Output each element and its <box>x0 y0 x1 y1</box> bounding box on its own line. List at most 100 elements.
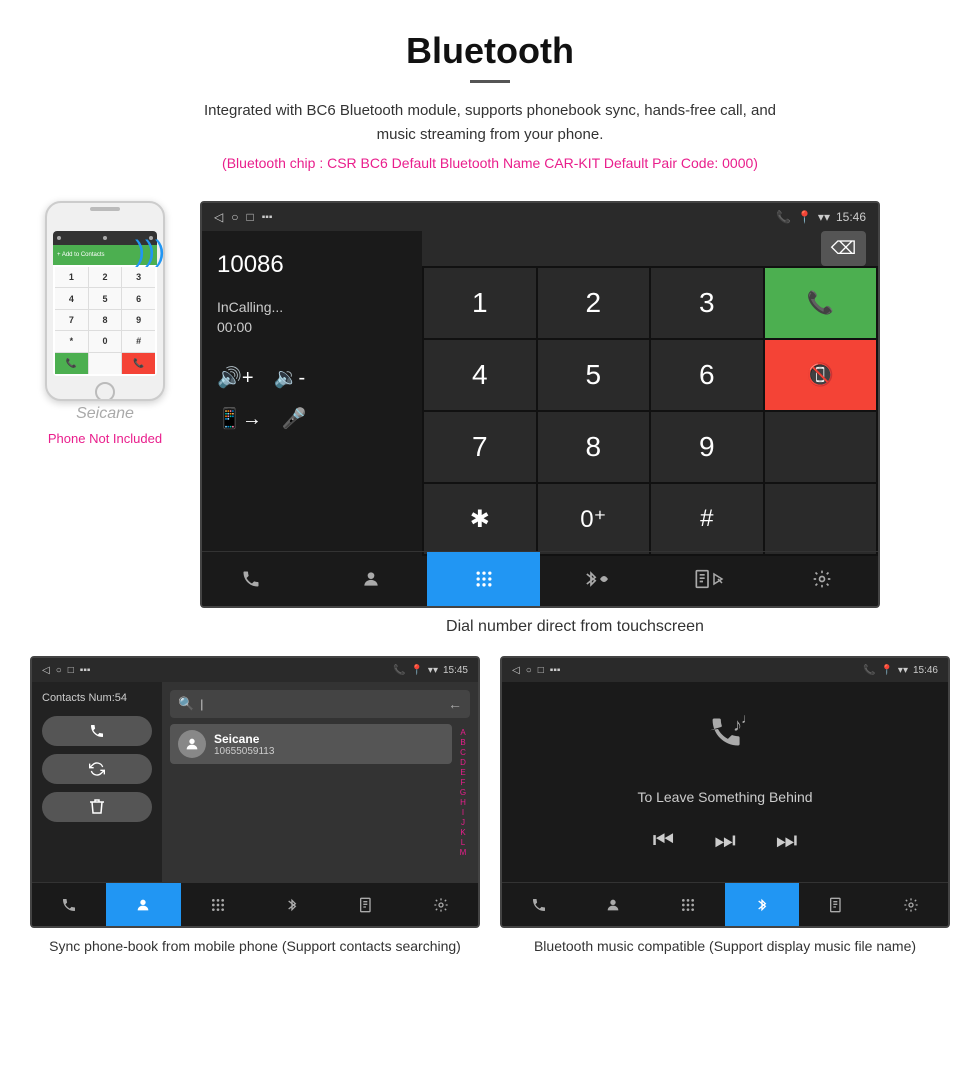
play-pause-button[interactable]: ⏭ <box>714 827 736 855</box>
pb-nav-dialpad[interactable] <box>181 883 255 926</box>
phone-key-star[interactable]: * <box>55 331 88 351</box>
mu-signal-icon: ▪▪▪ <box>550 665 561 676</box>
phonebook-caption-text: Sync phone-book from mobile phone (Suppo… <box>49 938 461 954</box>
alpha-i: I <box>462 808 464 817</box>
alpha-j: J <box>461 818 465 827</box>
keypad-input-row: ⌫ <box>422 231 878 266</box>
phone-key-5[interactable]: 5 <box>89 288 122 308</box>
page-header: Bluetooth Integrated with BC6 Bluetooth … <box>0 0 980 201</box>
call-action-btn[interactable] <box>42 716 152 746</box>
mu-nav-phonebook[interactable] <box>799 883 873 926</box>
status-dot <box>57 236 61 240</box>
alpha-e: E <box>460 768 465 777</box>
phone-key-endcall[interactable]: 📞 <box>122 353 155 374</box>
mu-nav-phone[interactable] <box>502 883 576 926</box>
phone-speaker <box>90 207 120 211</box>
music-caption: Bluetooth music compatible (Support disp… <box>534 936 916 957</box>
phone-key-9[interactable]: 9 <box>122 310 155 330</box>
phonebook-left-panel: Contacts Num:54 <box>32 682 162 882</box>
volume-down-icon[interactable]: 🔉- <box>274 365 306 390</box>
volume-up-icon[interactable]: 🔊+ <box>217 365 254 390</box>
phone-key-call[interactable]: 📞 <box>55 353 88 374</box>
status-time: 15:46 <box>836 210 866 224</box>
main-caption: Dial number direct from touchscreen <box>200 618 950 636</box>
nav-phone[interactable] <box>202 551 315 606</box>
dialer-section: 10086 InCalling... 00:00 🔊+ 🔉- 📱→ 🎤 <box>202 231 878 551</box>
signal-icon: ▪▪▪ <box>262 212 273 223</box>
bluetooth-specs: (Bluetooth chip : CSR BC6 Default Blueto… <box>20 155 960 171</box>
nav-phone-book[interactable] <box>653 551 766 606</box>
keypad-area: ⌫ 123📞456📵789✱0⁺# <box>422 231 878 551</box>
pb-status-left: ◁ ○ □ ▪▪▪ <box>42 665 90 676</box>
pb-time: 15:45 <box>443 665 468 676</box>
dialer-controls: 🔊+ 🔉- 📱→ 🎤 <box>217 365 407 431</box>
page-title: Bluetooth <box>20 30 960 72</box>
phone-key-empty1 <box>89 353 122 374</box>
music-icon-area: ♪ ♩ <box>695 709 755 769</box>
backspace-button[interactable]: ⌫ <box>821 231 866 266</box>
nav-dialpad[interactable] <box>427 551 540 606</box>
seicane-watermark: Seicane <box>76 405 134 423</box>
mute-icon[interactable]: 🎤 <box>282 406 307 431</box>
dialer-timer: 00:00 <box>217 319 407 335</box>
location-icon: 📍 <box>797 210 812 224</box>
search-cursor: | <box>200 697 203 711</box>
phone-home-button[interactable] <box>95 382 115 401</box>
phone-not-included-label: Phone Not Included <box>48 431 162 446</box>
phone-key-0[interactable]: 0 <box>89 331 122 351</box>
phone-key-hash[interactable]: # <box>122 331 155 351</box>
alpha-k: K <box>460 828 465 837</box>
car-status-bar: ◁ ○ □ ▪▪▪ 📞 📍 ▾▾ 15:46 <box>202 203 878 231</box>
status-dot-2 <box>103 236 107 240</box>
contact-list: Seicane 10655059113 <box>170 724 452 861</box>
delete-action-btn[interactable] <box>42 792 152 822</box>
phone-signal-icon: 📞 <box>776 210 791 224</box>
pb-nav-phonebook[interactable] <box>329 883 403 926</box>
phone-key-7[interactable]: 7 <box>55 310 88 330</box>
music-content: ♪ ♩ To Leave Something Behind ⏮ ⏭ ⏭ <box>502 682 948 882</box>
alpha-f: F <box>461 778 466 787</box>
phone-key-4[interactable]: 4 <box>55 288 88 308</box>
nav-contacts[interactable] <box>315 551 428 606</box>
pb-nav-phone[interactable] <box>32 883 106 926</box>
alpha-d: D <box>460 758 466 767</box>
phone-key-1[interactable]: 1 <box>55 267 88 287</box>
page-description: Integrated with BC6 Bluetooth module, su… <box>190 99 790 147</box>
transfer-icon[interactable]: 📱→ <box>217 406 262 431</box>
svg-text:♩: ♩ <box>741 710 755 726</box>
contact-name: Seicane <box>214 732 444 746</box>
status-left: ◁ ○ □ ▪▪▪ <box>214 210 272 224</box>
mu-nav-bluetooth[interactable] <box>725 883 799 926</box>
phonebook-screenshot: ◁ ○ □ ▪▪▪ 📞 📍 ▾▾ 15:45 Contacts Num:54 <box>30 656 480 957</box>
pb-nav-contacts[interactable] <box>106 883 180 926</box>
mu-wifi-icon: ▾▾ <box>898 665 908 676</box>
pb-status-right: 📞 📍 ▾▾ 15:45 <box>393 665 468 676</box>
nav-bluetooth[interactable] <box>540 551 653 606</box>
contact-item[interactable]: Seicane 10655059113 <box>170 724 452 764</box>
mu-nav-contacts[interactable] <box>576 883 650 926</box>
pb-nav-settings[interactable] <box>404 883 478 926</box>
car-dialer-screen: ◁ ○ □ ▪▪▪ 📞 📍 ▾▾ 15:46 10086 <box>200 201 880 608</box>
back-icon: ◁ <box>214 210 223 224</box>
alpha-l: L <box>461 838 465 847</box>
contact-info: Seicane 10655059113 <box>214 732 444 757</box>
square-icon: □ <box>246 210 253 224</box>
music-screenshot: ◁ ○ □ ▪▪▪ 📞 📍 ▾▾ 15:46 <box>500 656 950 957</box>
mu-nav-dialpad[interactable] <box>651 883 725 926</box>
bluetooth-waves-icon: ))) <box>135 231 185 288</box>
dialer-number: 10086 <box>217 251 407 279</box>
nav-settings[interactable] <box>765 551 878 606</box>
music-screen: ◁ ○ □ ▪▪▪ 📞 📍 ▾▾ 15:46 <box>500 656 950 928</box>
alpha-b: B <box>460 738 465 747</box>
prev-track-button[interactable]: ⏮ <box>653 827 675 855</box>
phone-key-2[interactable]: 2 <box>89 267 122 287</box>
pb-location-icon: 📍 <box>410 665 422 676</box>
pb-nav-bluetooth[interactable] <box>255 883 329 926</box>
phone-key-8[interactable]: 8 <box>89 310 122 330</box>
alpha-g: G <box>460 788 466 797</box>
next-track-button[interactable]: ⏭ <box>776 827 798 855</box>
contacts-count: Contacts Num:54 <box>42 692 152 704</box>
refresh-action-btn[interactable] <box>42 754 152 784</box>
phone-key-6[interactable]: 6 <box>122 288 155 308</box>
mu-nav-settings[interactable] <box>874 883 948 926</box>
